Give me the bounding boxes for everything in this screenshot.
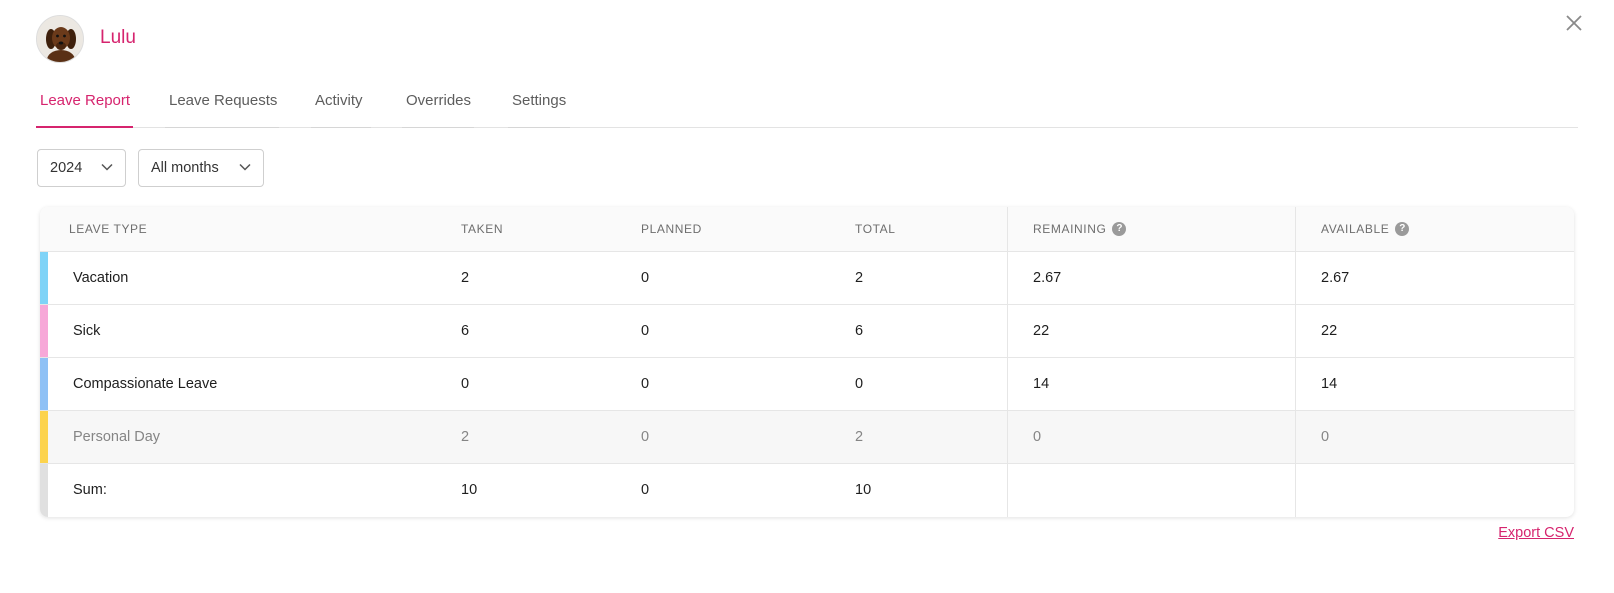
leave-color-bar xyxy=(40,305,48,357)
header-available-label: AVAILABLE xyxy=(1321,222,1390,236)
table-header: LEAVE TYPE TAKEN PLANNED TOTAL REMAINING… xyxy=(40,207,1574,252)
tab-settings[interactable]: Settings xyxy=(508,80,570,128)
close-button[interactable] xyxy=(1564,13,1584,33)
column-divider xyxy=(1007,207,1008,517)
table-row[interactable]: Compassionate Leave 0 0 0 14 14 xyxy=(40,358,1574,411)
dog-avatar-icon xyxy=(37,16,83,62)
cell-leave-type: Vacation xyxy=(73,270,129,286)
close-icon xyxy=(1566,15,1582,31)
year-select[interactable]: 2024 xyxy=(37,149,126,187)
leave-color-bar xyxy=(40,358,48,410)
cell-leave-type: Sick xyxy=(73,323,101,339)
tab-leave-report[interactable]: Leave Report xyxy=(36,80,133,128)
table-row-sum: Sum: 10 0 10 xyxy=(40,464,1574,517)
help-icon[interactable]: ? xyxy=(1395,221,1410,236)
months-select-value: All months xyxy=(151,160,219,176)
leave-color-bar xyxy=(40,411,48,463)
table-row[interactable]: Sick 6 0 6 22 22 xyxy=(40,305,1574,358)
chevron-down-icon xyxy=(239,163,251,171)
cell-available: 14 xyxy=(1321,376,1338,392)
cell-total: 0 xyxy=(855,376,864,392)
table-row[interactable]: Vacation 2 0 2 2.67 2.67 xyxy=(40,252,1574,305)
tab-leave-requests[interactable]: Leave Requests xyxy=(165,80,279,128)
cell-planned: 0 xyxy=(641,376,650,392)
cell-planned: 0 xyxy=(641,323,650,339)
user-avatar xyxy=(36,15,84,63)
year-select-value: 2024 xyxy=(50,160,83,176)
cell-total: 2 xyxy=(855,429,864,445)
leave-report-panel: Lulu Leave Report Leave Requests Activit… xyxy=(0,0,1614,593)
cell-remaining: 14 xyxy=(1033,376,1050,392)
months-select[interactable]: All months xyxy=(138,149,264,187)
header-taken: TAKEN xyxy=(461,222,504,236)
cell-sum-total: 10 xyxy=(855,482,872,498)
help-icon[interactable]: ? xyxy=(1112,221,1127,236)
cell-taken: 2 xyxy=(461,270,470,286)
header-remaining-label: REMAINING xyxy=(1033,222,1107,236)
header-total: TOTAL xyxy=(855,222,896,236)
table-row[interactable]: Personal Day 2 0 2 0 0 xyxy=(40,411,1574,464)
cell-leave-type: Compassionate Leave xyxy=(73,376,218,392)
cell-leave-type: Personal Day xyxy=(73,429,161,445)
tab-activity[interactable]: Activity xyxy=(311,80,371,128)
column-divider xyxy=(1295,207,1296,517)
cell-total: 6 xyxy=(855,323,864,339)
user-name: Lulu xyxy=(100,27,136,48)
header-available: AVAILABLE? xyxy=(1321,207,1410,252)
cell-remaining: 0 xyxy=(1033,429,1042,445)
leave-report-table: LEAVE TYPE TAKEN PLANNED TOTAL REMAINING… xyxy=(40,207,1574,517)
cell-remaining: 2.67 xyxy=(1033,270,1062,286)
cell-remaining: 22 xyxy=(1033,323,1050,339)
sum-color-bar xyxy=(40,464,48,517)
cell-available: 22 xyxy=(1321,323,1338,339)
tab-overrides[interactable]: Overrides xyxy=(402,80,474,128)
header-remaining: REMAINING? xyxy=(1033,207,1127,252)
leave-color-bar xyxy=(40,252,48,304)
cell-total: 2 xyxy=(855,270,864,286)
cell-taken: 2 xyxy=(461,429,470,445)
cell-taken: 0 xyxy=(461,376,470,392)
tab-bar: Leave Report Leave Requests Activity Ove… xyxy=(36,80,1578,128)
cell-sum-taken: 10 xyxy=(461,482,478,498)
cell-planned: 0 xyxy=(641,270,650,286)
cell-available: 2.67 xyxy=(1321,270,1350,286)
cell-sum-label: Sum: xyxy=(73,482,107,498)
cell-available: 0 xyxy=(1321,429,1330,445)
header-planned: PLANNED xyxy=(641,222,702,236)
chevron-down-icon xyxy=(101,163,113,171)
cell-planned: 0 xyxy=(641,429,650,445)
cell-taken: 6 xyxy=(461,323,470,339)
header-leave-type: LEAVE TYPE xyxy=(69,222,148,236)
cell-sum-planned: 0 xyxy=(641,482,650,498)
export-csv-link[interactable]: Export CSV xyxy=(1498,525,1574,541)
